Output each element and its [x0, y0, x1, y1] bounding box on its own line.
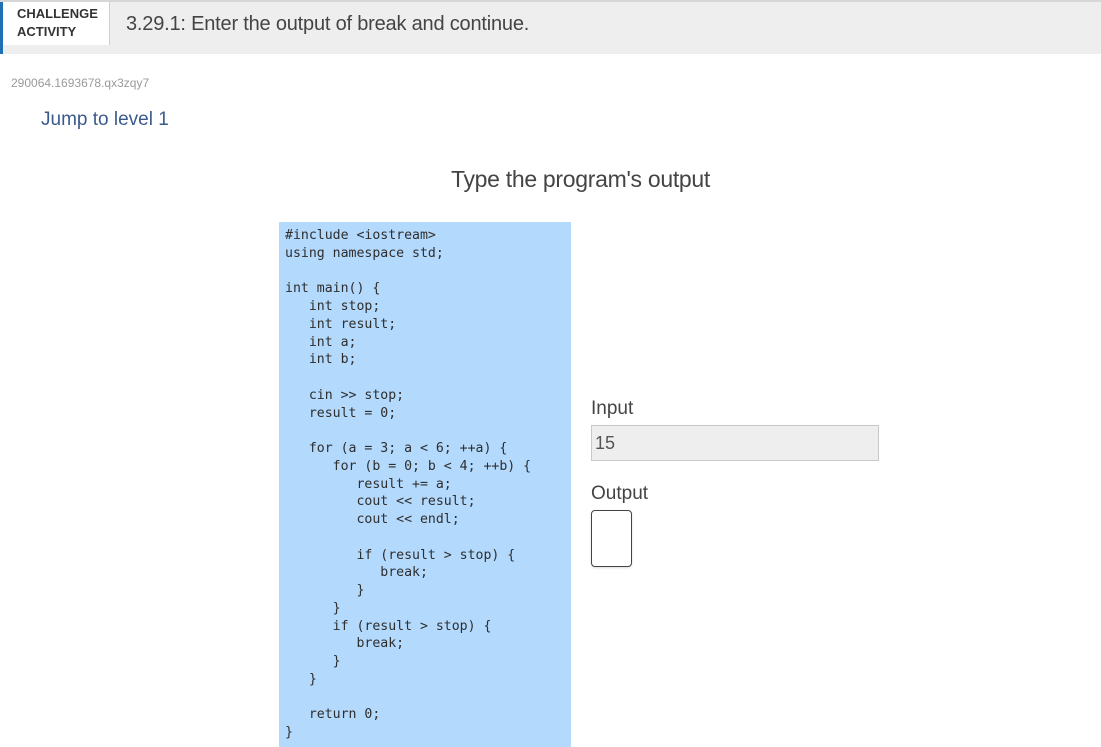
output-label: Output: [591, 483, 649, 504]
activity-header: CHALLENGE ACTIVITY 3.29.1: Enter the out…: [0, 0, 1101, 54]
activity-id: 290064.1693678.qx3zqy7: [11, 76, 150, 90]
output-textarea[interactable]: [591, 510, 632, 567]
badge-line-2: ACTIVITY: [17, 24, 77, 39]
program-code: #include <iostream> using namespace std;…: [285, 228, 532, 740]
jump-to-level-link[interactable]: Jump to level 1: [41, 109, 169, 131]
badge-line-1: CHALLENGE: [17, 6, 98, 21]
code-panel: #include <iostream> using namespace std;…: [279, 222, 571, 747]
input-label: Input: [591, 398, 634, 419]
instruction-text: Type the program's output: [451, 166, 710, 192]
activity-title: 3.29.1: Enter the output of break and co…: [126, 13, 530, 35]
challenge-activity-badge: CHALLENGE ACTIVITY: [3, 2, 110, 45]
input-value-field: 15: [591, 425, 879, 461]
